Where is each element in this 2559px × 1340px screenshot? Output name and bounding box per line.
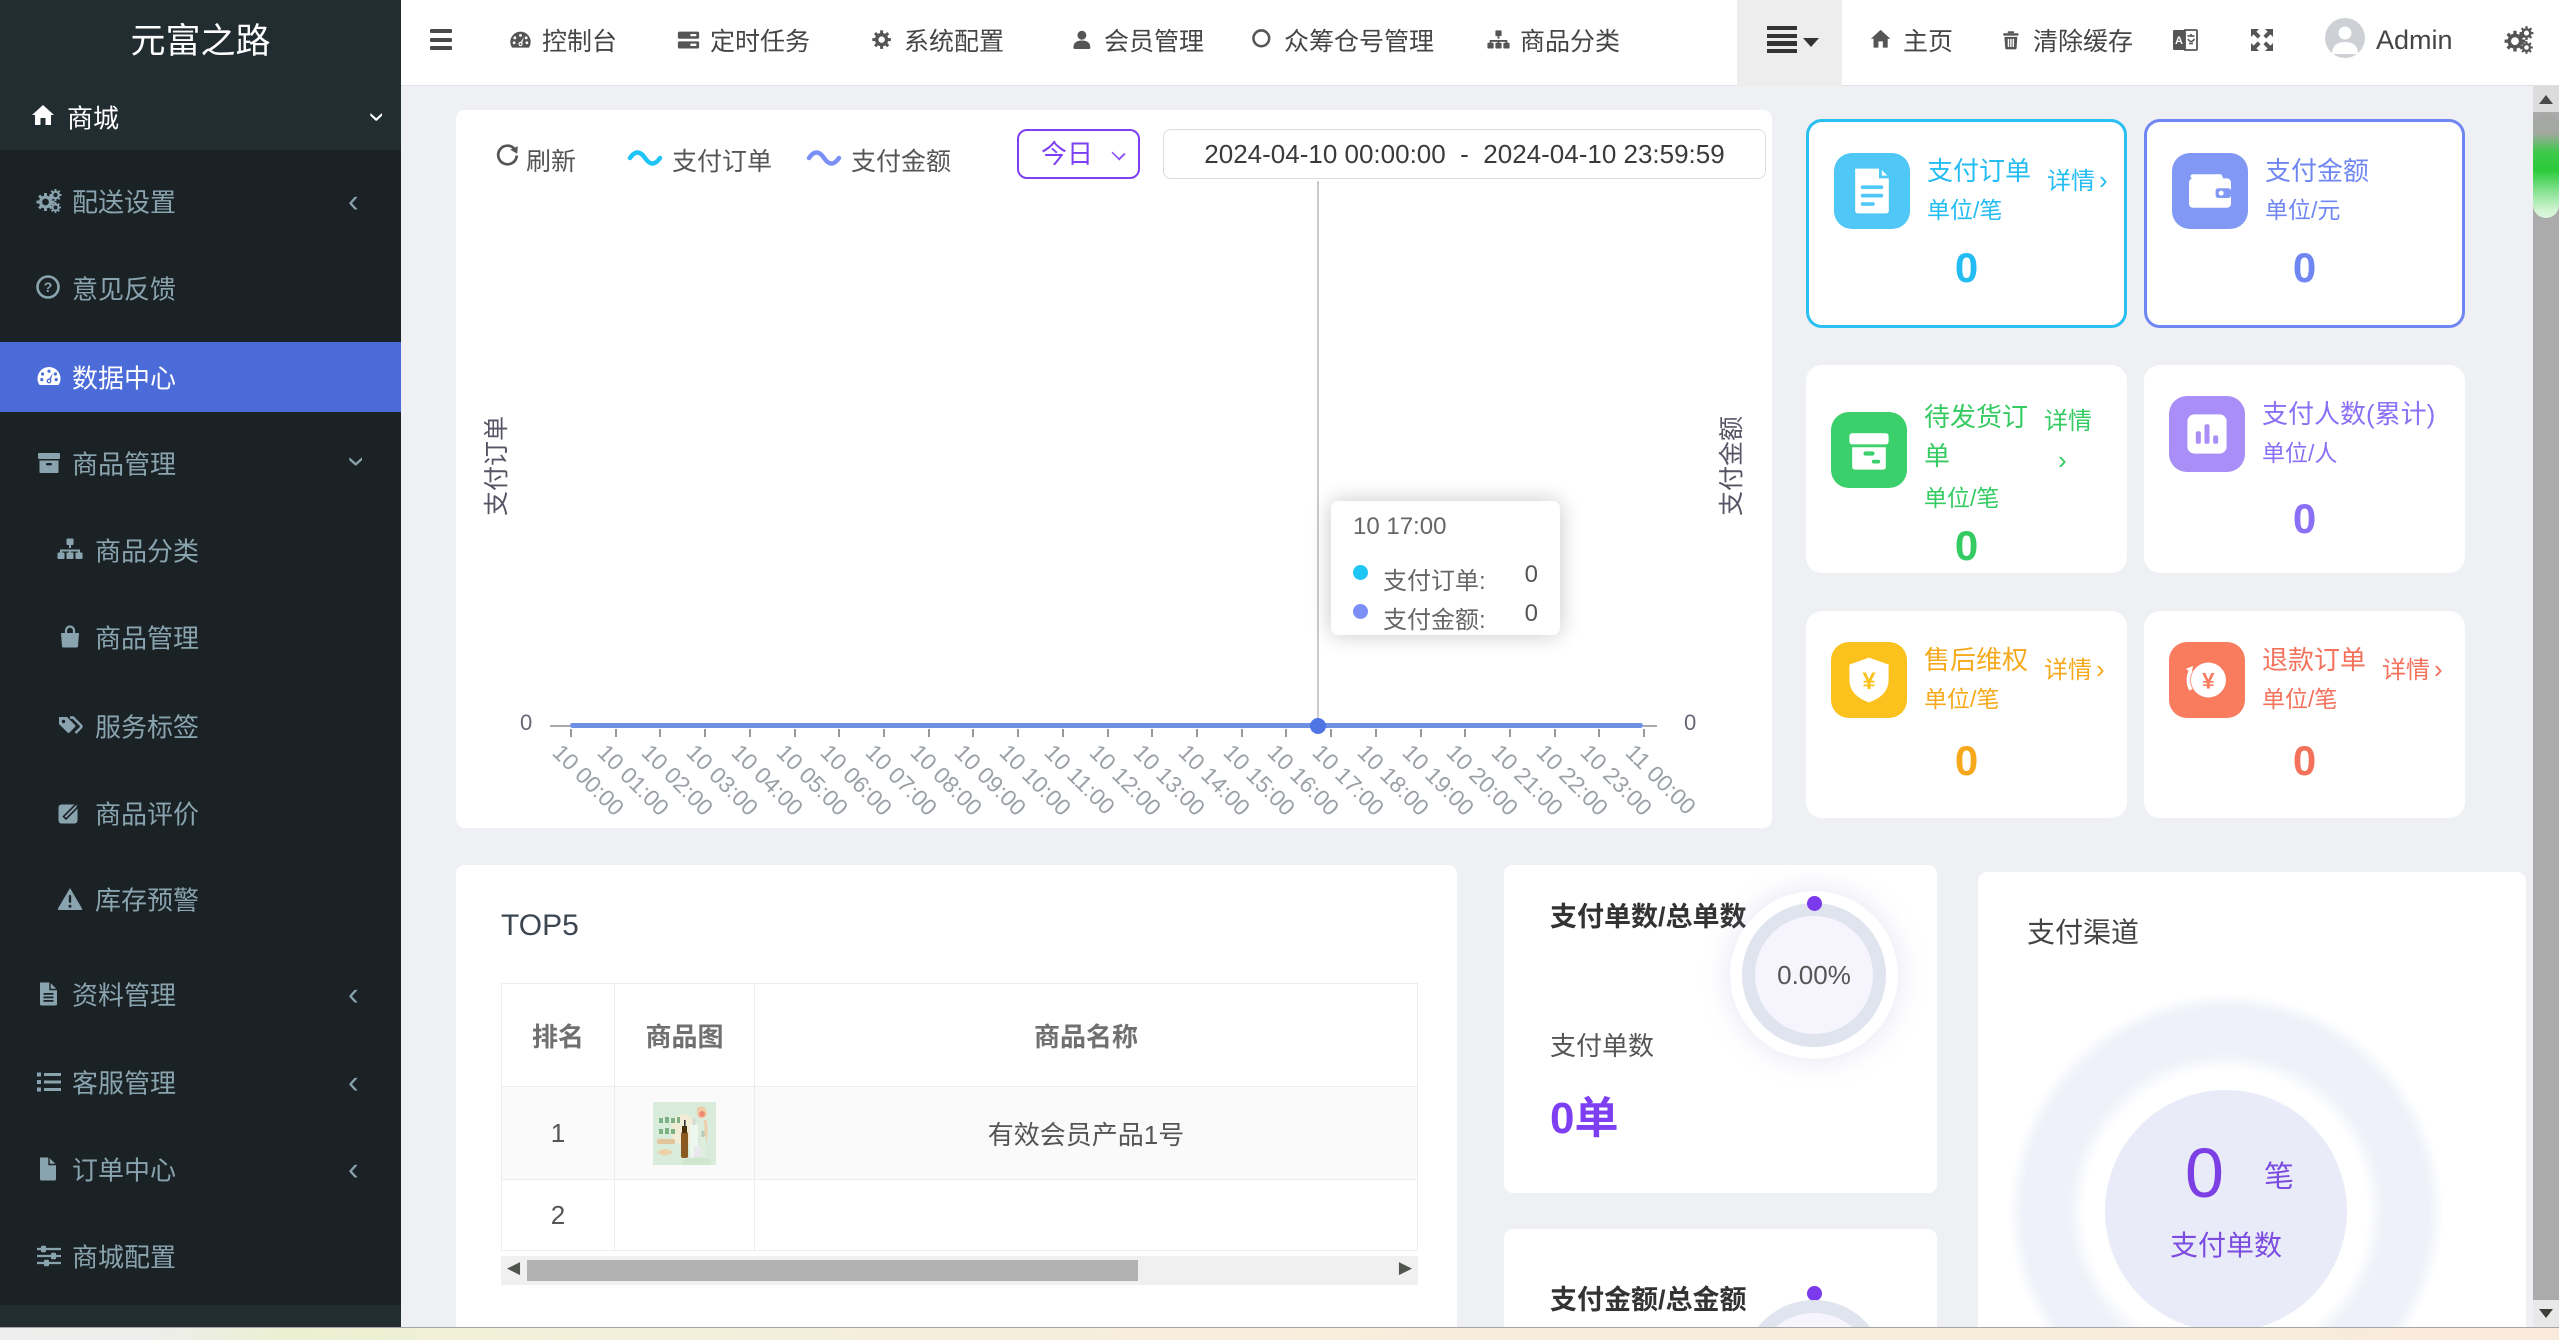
- svg-text:?: ?: [44, 279, 53, 295]
- svg-text:¥: ¥: [2202, 668, 2215, 693]
- svg-text:¥: ¥: [1862, 668, 1876, 695]
- svg-text:A: A: [2175, 35, 2183, 47]
